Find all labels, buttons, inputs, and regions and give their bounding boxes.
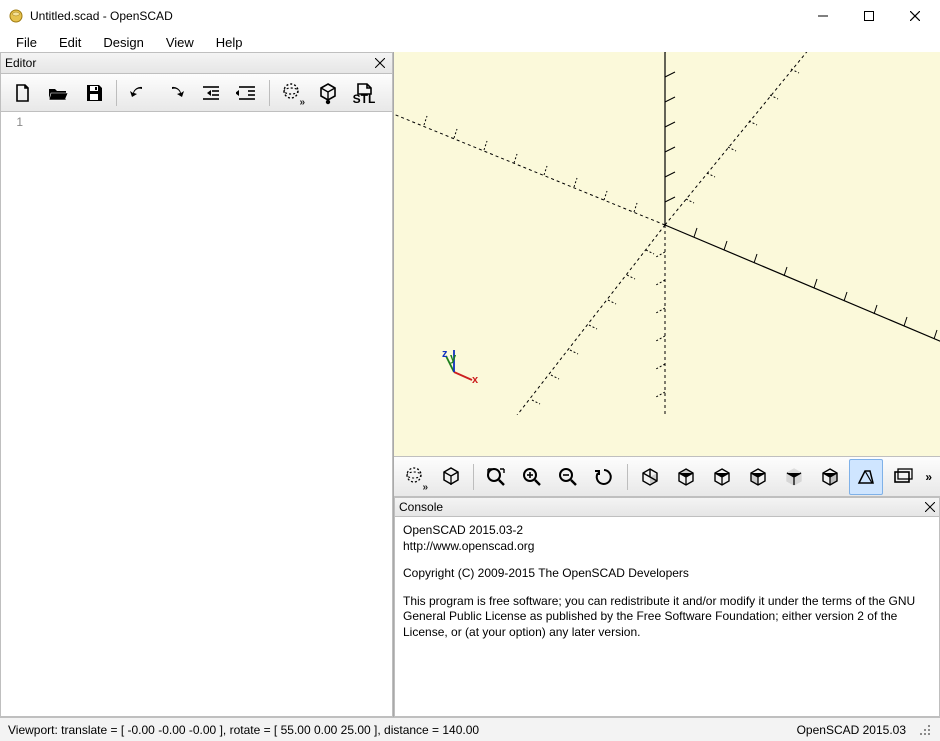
view-right-button[interactable] [632, 459, 666, 495]
export-stl-button[interactable]: STL [347, 76, 381, 110]
axis-label-x: x [472, 374, 478, 386]
viewport-3d[interactable]: z y x [394, 52, 940, 457]
zoom-out-button[interactable] [551, 459, 585, 495]
preview-button[interactable]: » [275, 76, 309, 110]
view-front-button[interactable] [777, 459, 811, 495]
editor-header: Editor [0, 52, 393, 74]
zoom-fit-button[interactable] [479, 459, 513, 495]
menubar: File Edit Design View Help [0, 32, 940, 52]
toolbar-separator [269, 80, 270, 106]
save-button[interactable] [77, 76, 111, 110]
console-header-label: Console [399, 500, 443, 514]
axis-label-z: z [442, 348, 448, 360]
console-body[interactable]: OpenSCAD 2015.03-2 http://www.openscad.o… [394, 517, 940, 717]
axis-label-y: y [450, 352, 456, 364]
editor-toolbar: » STL [0, 74, 393, 112]
menu-edit[interactable]: Edit [49, 33, 91, 52]
open-button[interactable] [41, 76, 75, 110]
undo-button[interactable] [122, 76, 156, 110]
window-title: Untitled.scad - OpenSCAD [30, 9, 173, 23]
titlebar: Untitled.scad - OpenSCAD [0, 0, 940, 32]
window-buttons [800, 1, 938, 31]
status-viewport-info: Viewport: translate = [ -0.00 -0.00 -0.0… [8, 723, 479, 737]
console-line: http://www.openscad.org [403, 539, 931, 555]
render-view-button[interactable] [434, 459, 468, 495]
editor-body: 1 [0, 112, 393, 717]
editor-panel: Editor [0, 52, 394, 717]
maximize-button[interactable] [846, 1, 892, 31]
console-line: This program is free software; you can r… [403, 594, 931, 641]
reset-view-button[interactable] [587, 459, 621, 495]
editor-header-label: Editor [5, 56, 36, 70]
chevron-double-icon: » [423, 482, 429, 493]
view-top-button[interactable] [669, 459, 703, 495]
toolbar-separator [473, 464, 474, 490]
console-line: Copyright (C) 2009-2015 The OpenSCAD Dev… [403, 566, 931, 582]
svg-text:STL: STL [353, 92, 376, 105]
orthographic-button[interactable] [885, 459, 919, 495]
render-button[interactable] [311, 76, 345, 110]
line-gutter: 1 [1, 112, 29, 716]
console-line: OpenSCAD 2015.03-2 [403, 523, 931, 539]
right-panel: z y x » [394, 52, 940, 717]
view-left-button[interactable] [741, 459, 775, 495]
preview-view-button[interactable]: » [398, 459, 432, 495]
statusbar: Viewport: translate = [ -0.00 -0.00 -0.0… [0, 717, 940, 741]
line-number: 1 [1, 115, 23, 129]
zoom-in-button[interactable] [515, 459, 549, 495]
toolbar-separator [116, 80, 117, 106]
indent-button[interactable] [230, 76, 264, 110]
resize-grip-icon[interactable] [918, 723, 932, 737]
minimize-button[interactable] [800, 1, 846, 31]
unindent-button[interactable] [194, 76, 228, 110]
view-bottom-button[interactable] [705, 459, 739, 495]
menu-view[interactable]: View [156, 33, 204, 52]
console-header: Console [394, 497, 940, 517]
menu-design[interactable]: Design [93, 33, 153, 52]
viewport-toolbar: » [394, 457, 940, 497]
perspective-button[interactable] [849, 459, 883, 495]
view-back-button[interactable] [813, 459, 847, 495]
new-button[interactable] [5, 76, 39, 110]
menu-file[interactable]: File [6, 33, 47, 52]
toolbar-overflow-icon[interactable]: » [921, 470, 936, 484]
editor-close-icon[interactable] [372, 55, 388, 71]
console-close-icon[interactable] [925, 502, 935, 512]
chevron-double-icon: » [299, 97, 305, 108]
close-button[interactable] [892, 1, 938, 31]
app-icon [8, 8, 24, 24]
toolbar-separator [627, 464, 628, 490]
menu-help[interactable]: Help [206, 33, 253, 52]
status-version: OpenSCAD 2015.03 [797, 723, 906, 737]
code-area[interactable] [29, 112, 392, 716]
redo-button[interactable] [158, 76, 192, 110]
